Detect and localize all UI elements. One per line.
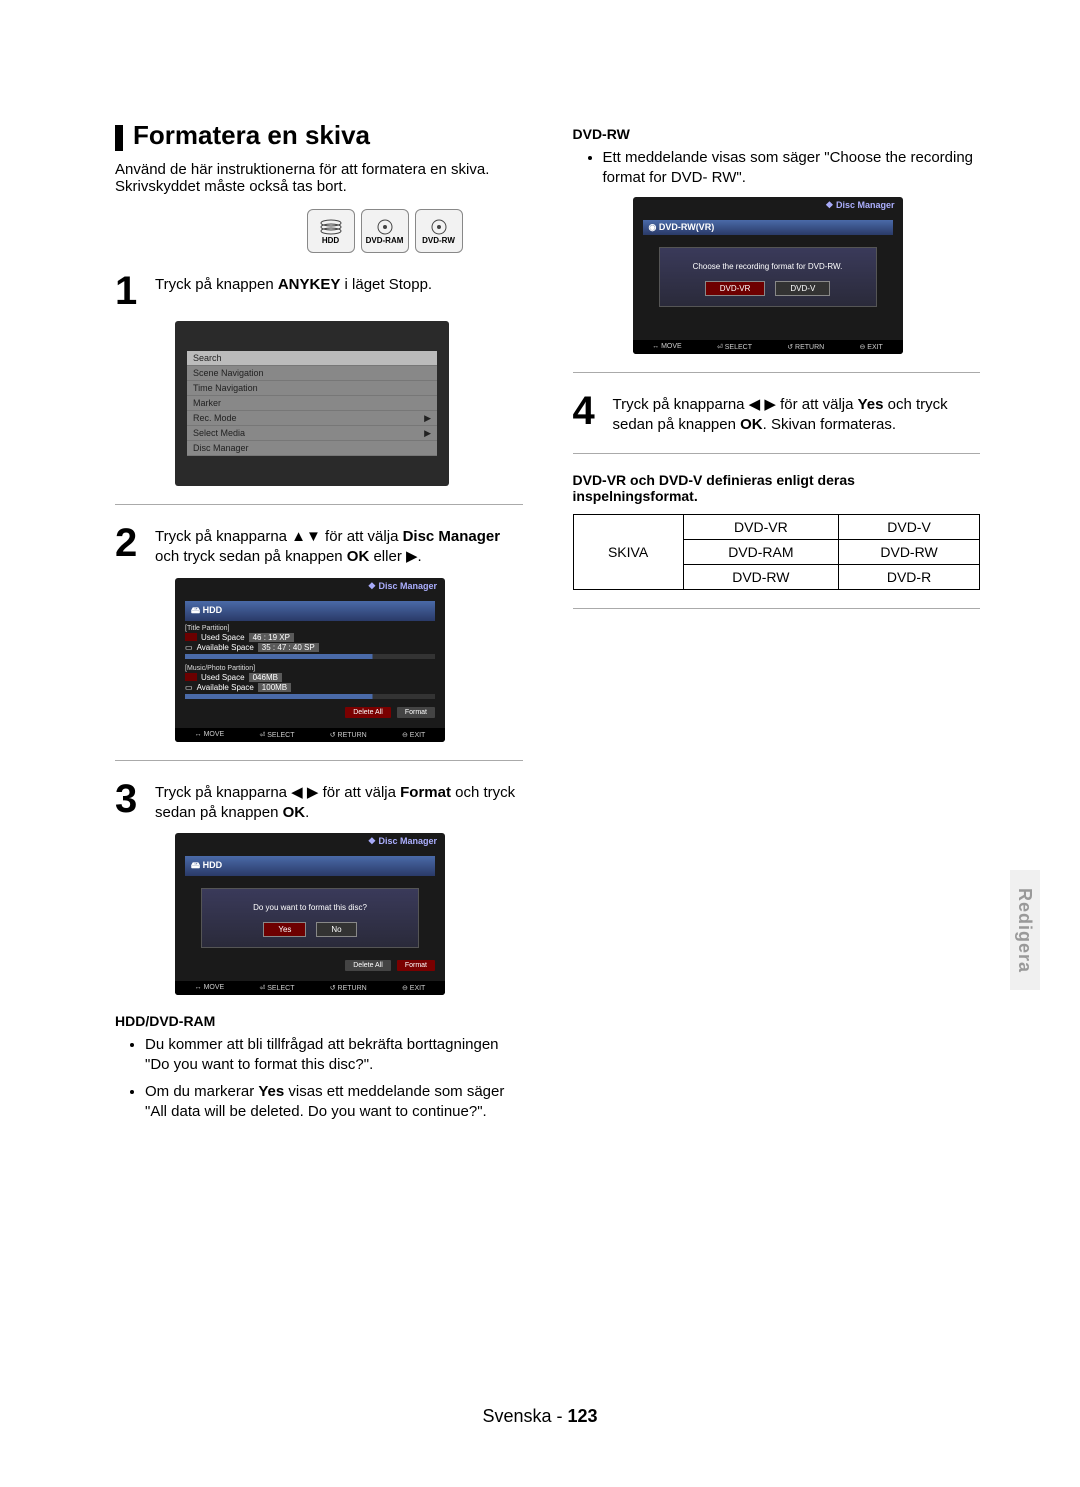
hdd-dvdram-heading: HDD/DVD-RAM: [115, 1013, 523, 1029]
step-text: Tryck på knapparna ▲▼ för att välja Disc…: [155, 523, 523, 568]
footer-hint: ⏎ SELECT: [259, 984, 294, 992]
table-row-label: SKIVA: [573, 515, 683, 590]
dvd-vr-button[interactable]: DVD-VR: [705, 281, 766, 296]
step1-panel: SearchScene NavigationTime NavigationMar…: [175, 321, 523, 486]
delete-all-button[interactable]: Delete All: [345, 707, 391, 718]
table-cell: DVD-VR: [683, 515, 838, 540]
hdd-bullets: Du kommer att bli tillfrågad att bekräft…: [145, 1035, 523, 1122]
footer-hint: ⊖ EXIT: [402, 984, 425, 992]
table-cell: DVD-RAM: [683, 540, 838, 565]
dvdrw-panel: Disc Manager ◉ DVD-RW(VR) Choose the rec…: [633, 197, 981, 354]
dvdrw-bullets: Ett meddelande visas som säger "Choose t…: [603, 148, 981, 189]
menu-item[interactable]: Scene Navigation: [187, 366, 437, 381]
step-text: Tryck på knappen ANYKEY i läget Stopp.: [155, 271, 432, 311]
dvdram-icon: DVD-RAM: [361, 209, 409, 253]
menu-item[interactable]: Time Navigation: [187, 381, 437, 396]
step-1: 1 Tryck på knappen ANYKEY i läget Stopp.: [115, 271, 523, 311]
table-cell: DVD-RW: [683, 565, 838, 590]
table-cell: DVD-R: [839, 565, 980, 590]
step-number: 1: [115, 271, 145, 311]
hdd-icon: HDD: [307, 209, 355, 253]
menu-item[interactable]: Search: [187, 351, 437, 366]
format-table: SKIVA DVD-VR DVD-V DVD-RAM DVD-RW DVD-RW…: [573, 514, 981, 590]
format-button[interactable]: Format: [397, 707, 435, 718]
separator: [573, 453, 981, 454]
dialog-question: Do you want to format this disc?: [212, 903, 408, 912]
panel-header: Disc Manager: [175, 833, 445, 850]
left-column: Formatera en skiva Använd de här instruk…: [115, 120, 523, 1128]
footer-hint: ⊖ EXIT: [402, 731, 425, 739]
dialog-question: Choose the recording format for DVD-RW.: [670, 262, 866, 271]
footer-hint: ↺ RETURN: [330, 731, 367, 739]
separator: [115, 504, 523, 505]
step3-panel: Disc Manager 🖴 HDD Do you want to format…: [175, 833, 523, 995]
separator: [573, 372, 981, 373]
footer-hint: ↺ RETURN: [787, 343, 824, 351]
menu-item[interactable]: Marker: [187, 396, 437, 411]
step-3: 3 Tryck på knapparna ◀ ▶ för att välja F…: [115, 779, 523, 824]
menu-item[interactable]: Disc Manager: [187, 441, 437, 456]
step-number: 2: [115, 523, 145, 568]
separator: [115, 760, 523, 761]
table-cell: DVD-V: [839, 515, 980, 540]
separator: [573, 608, 981, 609]
step-text: Tryck på knapparna ◀ ▶ för att välja Yes…: [613, 391, 981, 436]
dvdrw-icon: DVD-RW: [415, 209, 463, 253]
list-item: Ett meddelande visas som säger "Choose t…: [603, 148, 981, 189]
menu-item[interactable]: Select Media▶: [187, 426, 437, 441]
page-title: Formatera en skiva: [115, 120, 523, 151]
step2-panel: Disc Manager 🖴 HDD [Title Partition] Use…: [175, 578, 523, 742]
step-text: Tryck på knapparna ◀ ▶ för att välja For…: [155, 779, 523, 824]
step-number: 4: [573, 391, 603, 436]
panel-header: Disc Manager: [633, 197, 903, 214]
side-tab: Redigera: [1010, 870, 1040, 990]
dvd-v-button[interactable]: DVD-V: [775, 281, 830, 296]
table-cell: DVD-RW: [839, 540, 980, 565]
menu-item[interactable]: Rec. Mode▶: [187, 411, 437, 426]
step-2: 2 Tryck på knapparna ▲▼ för att välja Di…: [115, 523, 523, 568]
step-number: 3: [115, 779, 145, 824]
right-column: DVD-RW Ett meddelande visas som säger "C…: [573, 120, 981, 1128]
step-4: 4 Tryck på knapparna ◀ ▶ för att välja Y…: [573, 391, 981, 436]
panel-header: Disc Manager: [175, 578, 445, 595]
footer-hint: ⊖ EXIT: [859, 343, 882, 351]
media-icons: HDD DVD-RAM DVD-RW: [115, 209, 463, 253]
list-item: Du kommer att bli tillfrågad att bekräft…: [145, 1035, 523, 1076]
side-tab-label: Redigera: [1015, 887, 1036, 972]
footer-hint: ↺ RETURN: [330, 984, 367, 992]
dvdrw-heading: DVD-RW: [573, 126, 981, 142]
definition-line: DVD-VR och DVD-V definieras enligt deras…: [573, 472, 981, 504]
footer-hint: ↔ MOVE: [652, 343, 682, 351]
footer-hint: ⏎ SELECT: [717, 343, 752, 351]
no-button[interactable]: No: [316, 922, 356, 937]
list-item: Om du markerar Yes visas ett meddelande …: [145, 1082, 523, 1123]
intro-text: Använd de här instruktionerna för att fo…: [115, 161, 523, 195]
page-footer: Svenska - 123: [0, 1406, 1080, 1427]
footer-hint: ↔ MOVE: [195, 731, 225, 739]
yes-button[interactable]: Yes: [263, 922, 306, 937]
footer-hint: ⏎ SELECT: [259, 731, 294, 739]
footer-hint: ↔ MOVE: [195, 984, 225, 992]
